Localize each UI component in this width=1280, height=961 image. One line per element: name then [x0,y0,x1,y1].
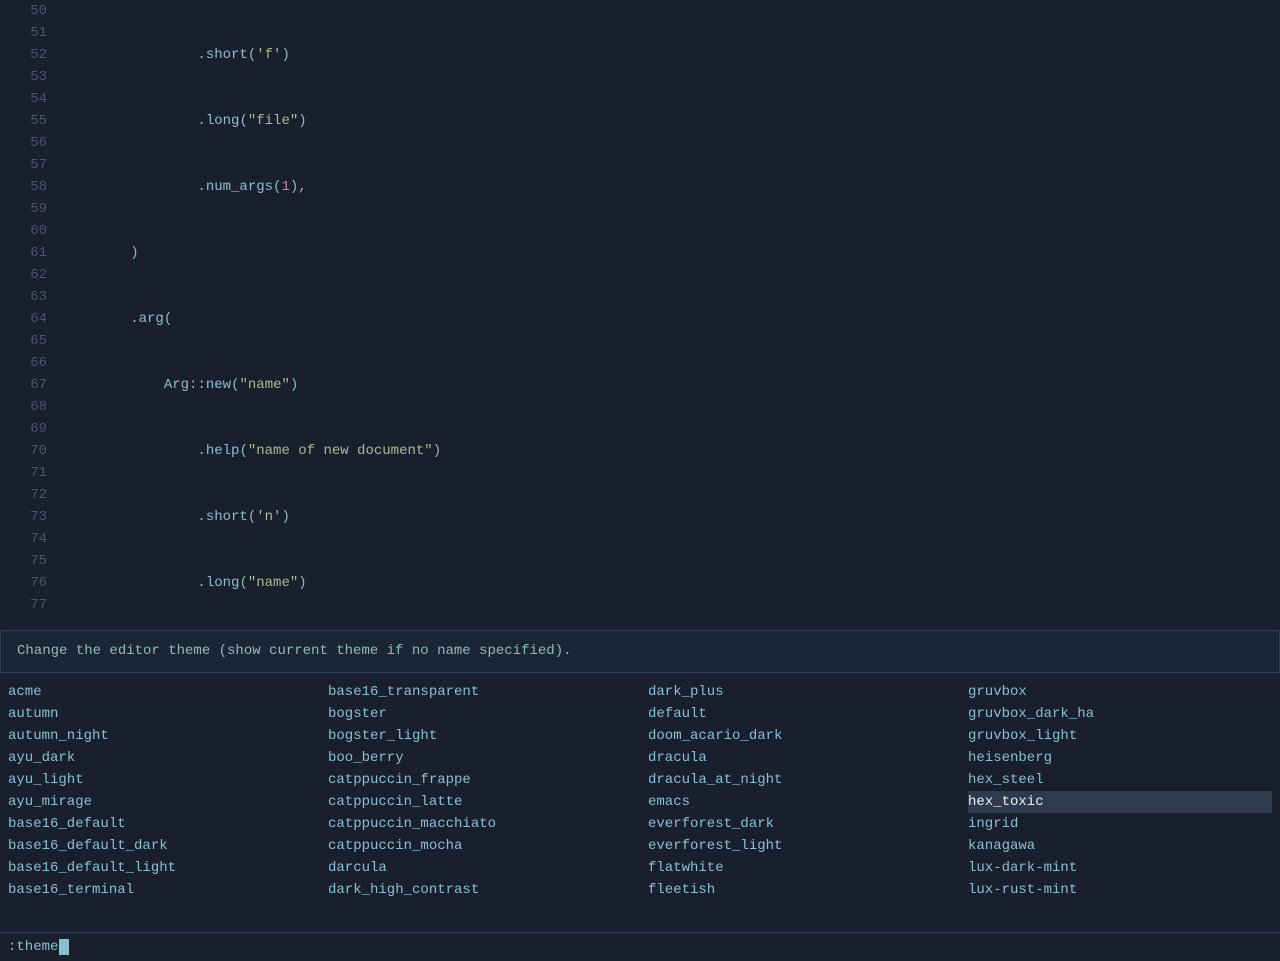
theme-item[interactable]: darcula [328,857,632,879]
theme-col-1: acme autumn autumn_night ayu_dark ayu_li… [0,681,320,953]
theme-item[interactable]: everforest_light [648,835,952,857]
theme-item[interactable]: ayu_light [8,769,312,791]
theme-item[interactable]: fleetish [648,879,952,901]
theme-item[interactable]: gruvbox_light [968,725,1272,747]
theme-item-hex-toxic[interactable]: hex_toxic [968,791,1272,813]
code-line: .long("name") [63,572,1272,594]
theme-item[interactable]: emacs [648,791,952,813]
theme-item[interactable]: acme [8,681,312,703]
theme-item[interactable]: dark_high_contrast [328,879,632,901]
code-line: .arg( [63,308,1272,330]
theme-item[interactable]: base16_terminal [8,879,312,901]
code-line: .short('f') [63,44,1272,66]
theme-list: acme autumn autumn_night ayu_dark ayu_li… [0,673,1280,961]
theme-item[interactable]: lux-rust-mint [968,879,1272,901]
theme-item[interactable]: autumn_night [8,725,312,747]
theme-item[interactable]: catppuccin_mocha [328,835,632,857]
theme-item[interactable]: ayu_mirage [8,791,312,813]
command-prompt[interactable]: :theme [8,939,58,955]
theme-item[interactable]: gruvbox_dark_ha [968,703,1272,725]
theme-col-3: dark_plus default doom_acario_dark dracu… [640,681,960,953]
theme-item[interactable]: catppuccin_frappe [328,769,632,791]
code-line: ) [63,242,1272,264]
theme-item[interactable]: bogster_light [328,725,632,747]
code-line: Arg::new("name") [63,374,1272,396]
theme-item[interactable]: base16_default_dark [8,835,312,857]
tooltip-text: Change the editor theme (show current th… [17,643,572,659]
theme-item[interactable]: base16_default [8,813,312,835]
theme-item[interactable]: heisenberg [968,747,1272,769]
theme-item[interactable]: doom_acario_dark [648,725,952,747]
theme-item[interactable]: default [648,703,952,725]
theme-item[interactable]: base16_transparent [328,681,632,703]
theme-item[interactable]: gruvbox [968,681,1272,703]
cursor [59,939,69,955]
command-bar: :theme [0,932,1280,961]
theme-item[interactable]: base16_default_light [8,857,312,879]
tooltip-bar: Change the editor theme (show current th… [0,630,1280,673]
code-content: .short('f') .long("file") .num_args(1), … [55,0,1280,630]
theme-item[interactable]: kanagawa [968,835,1272,857]
code-editor: 50 51 52 53 54 55 56 57 58 59 60 61 62 6… [0,0,1280,630]
theme-item[interactable]: lux-dark-mint [968,857,1272,879]
theme-item[interactable]: catppuccin_latte [328,791,632,813]
line-numbers: 50 51 52 53 54 55 56 57 58 59 60 61 62 6… [0,0,55,630]
theme-col-2: base16_transparent bogster bogster_light… [320,681,640,953]
theme-item[interactable]: flatwhite [648,857,952,879]
theme-item[interactable]: boo_berry [328,747,632,769]
theme-item[interactable]: dracula_at_night [648,769,952,791]
theme-item[interactable]: autumn [8,703,312,725]
theme-item[interactable]: dracula [648,747,952,769]
code-line: .num_args(1), [63,176,1272,198]
theme-item[interactable]: ingrid [968,813,1272,835]
main-container: 50 51 52 53 54 55 56 57 58 59 60 61 62 6… [0,0,1280,961]
code-line: .help("name of new document") [63,440,1272,462]
theme-item[interactable]: hex_steel [968,769,1272,791]
theme-item[interactable]: bogster [328,703,632,725]
theme-item[interactable]: catppuccin_macchiato [328,813,632,835]
theme-item[interactable]: ayu_dark [8,747,312,769]
theme-item[interactable]: everforest_dark [648,813,952,835]
code-line: .short('n') [63,506,1272,528]
code-line: .long("file") [63,110,1272,132]
theme-col-4: gruvbox gruvbox_dark_ha gruvbox_light he… [960,681,1280,953]
theme-item[interactable]: dark_plus [648,681,952,703]
